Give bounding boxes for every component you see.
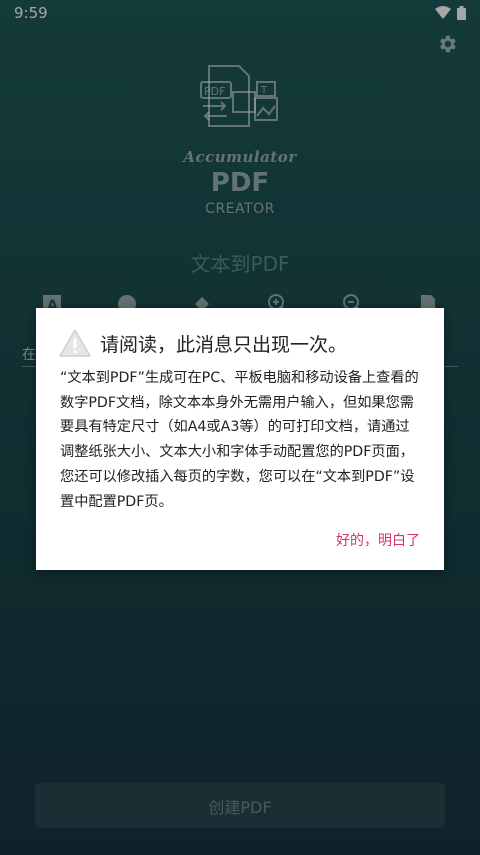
dialog-ok-button[interactable]: 好的，明白了 (336, 530, 420, 550)
info-dialog: 请阅读，此消息只出现一次。 “文本到PDF”生成可在PC、平板电脑和移动设备上查… (36, 308, 444, 570)
dialog-message: “文本到PDF”生成可在PC、平板电脑和移动设备上查看的数字PDF文档，除文本本… (60, 370, 419, 510)
dialog-header: 请阅读，此消息只出现一次。 (58, 328, 347, 358)
warning-icon (59, 329, 91, 357)
dialog-title: 请阅读，此消息只出现一次。 (100, 333, 348, 356)
